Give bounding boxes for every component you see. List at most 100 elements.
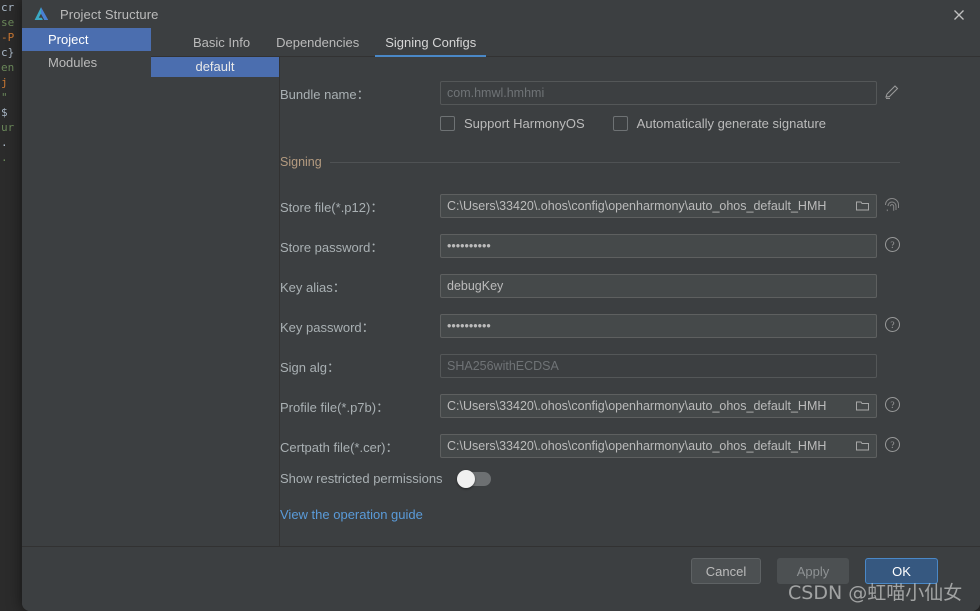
sidebar-item-label: Modules xyxy=(48,55,97,70)
signing-section-header: Signing xyxy=(280,155,900,169)
sign-alg-value: SHA256withECDSA xyxy=(447,359,870,373)
help-circle-icon[interactable]: ? xyxy=(884,436,902,454)
close-glyph xyxy=(953,9,965,21)
code-line: en xyxy=(0,60,22,75)
help-glyph: ? xyxy=(884,436,901,453)
dialog-title-bar: Project Structure xyxy=(22,0,980,28)
sign-alg-label: Sign alg： xyxy=(280,357,440,376)
signing-configs-form: Bundle name： com.hmwl.hmhmi Support Harm… xyxy=(280,57,980,547)
certpath-file-label: Certpath file(*.cer)： xyxy=(280,437,440,456)
code-line: . xyxy=(0,135,22,150)
view-operation-guide-link[interactable]: View the operation guide xyxy=(280,507,423,522)
field-row-store-password: Store password： •••••••••• xyxy=(280,234,877,258)
guide-link-row: View the operation guide xyxy=(280,507,423,522)
folder-browse-icon[interactable] xyxy=(855,198,871,214)
restricted-permissions-label: Show restricted permissions xyxy=(280,471,443,486)
section-divider xyxy=(330,162,900,163)
code-line: cr xyxy=(0,0,22,15)
help-glyph: ? xyxy=(884,316,901,333)
code-line: j xyxy=(0,75,22,90)
help-glyph: ? xyxy=(884,236,901,253)
folder-browse-icon[interactable] xyxy=(855,438,871,454)
profile-file-input[interactable]: C:\Users\33420\.ohos\config\openharmony\… xyxy=(440,394,877,418)
section-title: Signing xyxy=(280,155,322,169)
tab-bar: Basic Info Dependencies Signing Configs xyxy=(151,28,980,57)
bundle-name-input[interactable]: com.hmwl.hmhmi xyxy=(440,81,877,105)
folder-browse-icon[interactable] xyxy=(855,398,871,414)
sidebar-item-modules[interactable]: Modules xyxy=(22,51,151,74)
key-password-input[interactable]: •••••••••• xyxy=(440,314,877,338)
code-line: se xyxy=(0,15,22,30)
checkbox-box xyxy=(613,116,628,131)
tab-dependencies[interactable]: Dependencies xyxy=(263,28,372,57)
store-password-value: •••••••••• xyxy=(447,239,870,253)
fingerprint-icon[interactable] xyxy=(883,196,901,214)
key-password-value: •••••••••• xyxy=(447,319,870,333)
key-password-label: Key password： xyxy=(280,317,440,336)
checkbox-label: Automatically generate signature xyxy=(637,116,826,131)
help-circle-icon[interactable]: ? xyxy=(884,316,902,334)
store-password-input[interactable]: •••••••••• xyxy=(440,234,877,258)
cancel-button[interactable]: Cancel xyxy=(691,558,761,584)
folder-glyph xyxy=(855,398,870,413)
code-line: $ xyxy=(0,105,22,120)
help-glyph: ? xyxy=(884,396,901,413)
checkbox-label: Support HarmonyOS xyxy=(464,116,585,131)
fingerprint-glyph xyxy=(883,196,901,214)
key-alias-value: debugKey xyxy=(447,279,870,293)
tab-signing-configs[interactable]: Signing Configs xyxy=(372,28,489,57)
store-file-input[interactable]: C:\Users\33420\.ohos\config\openharmony\… xyxy=(440,194,877,218)
profile-file-value: C:\Users\33420\.ohos\config\openharmony\… xyxy=(447,399,847,413)
tab-label: Dependencies xyxy=(276,35,359,50)
profile-file-label: Profile file(*.p7b)： xyxy=(280,397,440,416)
store-password-label: Store password： xyxy=(280,237,440,256)
field-row-sign-alg: Sign alg： SHA256withECDSA xyxy=(280,354,877,378)
svg-text:?: ? xyxy=(890,401,894,411)
sign-alg-input[interactable]: SHA256withECDSA xyxy=(440,354,877,378)
apply-button[interactable]: Apply xyxy=(777,558,849,584)
certpath-file-value: C:\Users\33420\.ohos\config\openharmony\… xyxy=(447,439,847,453)
tab-basic-info[interactable]: Basic Info xyxy=(180,28,263,57)
code-line: . xyxy=(0,150,22,165)
svg-text:?: ? xyxy=(890,441,894,451)
dialog-title: Project Structure xyxy=(60,7,159,22)
code-line: c} xyxy=(0,45,22,60)
pencil-edit-icon[interactable] xyxy=(883,83,901,101)
certpath-file-input[interactable]: C:\Users\33420\.ohos\config\openharmony\… xyxy=(440,434,877,458)
folder-glyph xyxy=(855,198,870,213)
field-row-key-password: Key password： •••••••••• xyxy=(280,314,877,338)
svg-text:?: ? xyxy=(890,321,894,331)
restricted-permissions-toggle[interactable] xyxy=(457,472,491,486)
checkbox-box xyxy=(440,116,455,131)
field-row-restricted-permissions: Show restricted permissions xyxy=(280,471,491,486)
checkbox-auto-generate-signature[interactable]: Automatically generate signature xyxy=(613,116,826,131)
signing-configs-list-pane: default xyxy=(151,28,280,547)
pencil-glyph xyxy=(883,83,901,101)
dialog-sidebar: Project Modules xyxy=(22,28,151,547)
field-row-bundle-name: Bundle name： com.hmwl.hmhmi xyxy=(280,81,877,105)
store-file-label: Store file(*.p12)： xyxy=(280,197,440,216)
deveco-studio-logo-icon xyxy=(32,5,50,23)
sidebar-item-label: Project xyxy=(48,32,88,47)
toggle-knob xyxy=(457,470,475,488)
checkbox-support-harmonyos[interactable]: Support HarmonyOS xyxy=(440,116,585,131)
project-structure-dialog: Project Structure Project Modules xyxy=(22,0,980,611)
key-alias-input[interactable]: debugKey xyxy=(440,274,877,298)
field-row-profile-file: Profile file(*.p7b)： C:\Users\33420\.oho… xyxy=(280,394,877,418)
close-icon[interactable] xyxy=(948,4,970,26)
key-alias-label: Key alias： xyxy=(280,277,440,296)
list-item-label: default xyxy=(195,59,234,74)
folder-glyph xyxy=(855,438,870,453)
field-row-store-file: Store file(*.p12)： C:\Users\33420\.ohos\… xyxy=(280,194,877,218)
help-circle-icon[interactable]: ? xyxy=(884,236,902,254)
apply-button-label: Apply xyxy=(797,564,830,579)
sidebar-item-project[interactable]: Project xyxy=(22,28,151,51)
ok-button[interactable]: OK xyxy=(865,558,938,584)
code-line: -P xyxy=(0,30,22,45)
help-circle-icon[interactable]: ? xyxy=(884,396,902,414)
list-item-default[interactable]: default xyxy=(151,56,279,77)
tab-label: Basic Info xyxy=(193,35,250,50)
code-line: ur xyxy=(0,120,22,135)
tab-label: Signing Configs xyxy=(385,35,476,50)
field-row-certpath-file: Certpath file(*.cer)： C:\Users\33420\.oh… xyxy=(280,434,877,458)
